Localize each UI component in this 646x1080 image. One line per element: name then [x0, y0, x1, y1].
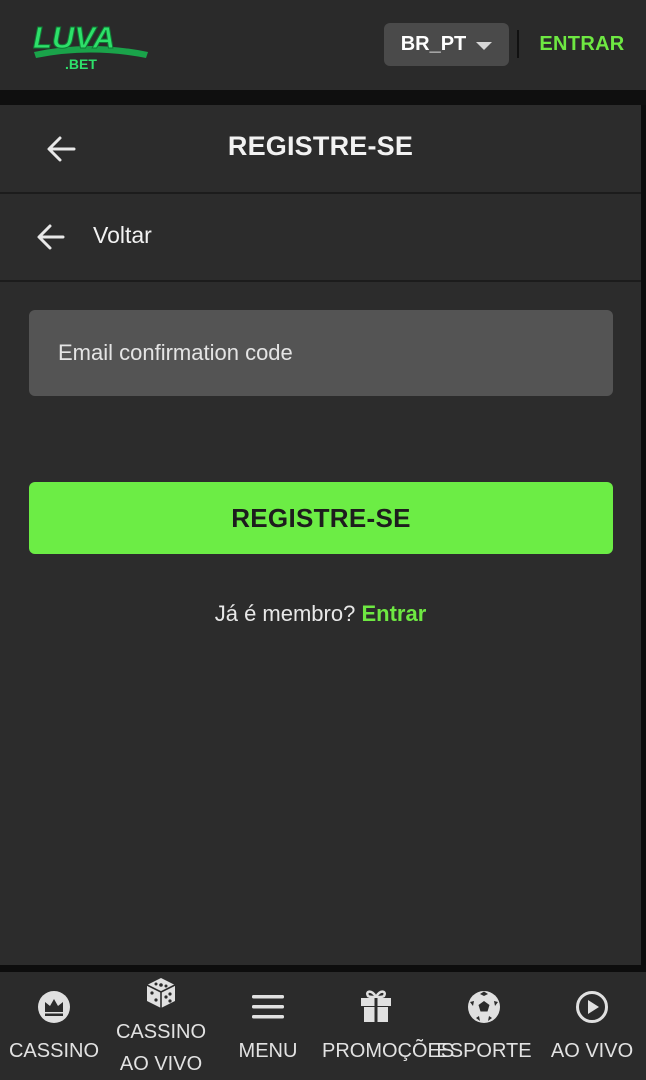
top-header: LUVA .BET BR_PT ENTRAR [0, 0, 646, 90]
gift-icon [361, 990, 391, 1022]
register-panel: REGISTRE-SE Voltar REGISTRE-SE Já é memb… [0, 105, 641, 965]
nav-item-ao-vivo[interactable]: AO VIVO [538, 972, 646, 1080]
menu-icon [252, 995, 284, 1019]
nav-label-esporte: ESPORTE [436, 1040, 532, 1062]
bottom-nav: CASSINO CASSINO AO VIVO MENU PROMOÇÕES E… [0, 972, 646, 1080]
svg-text:.BET: .BET [65, 56, 97, 72]
already-member-text: Já é membro? [214, 601, 356, 626]
nav-label-ao-vivo: AO VIVO [550, 1040, 634, 1062]
email-confirmation-code-input[interactable] [29, 310, 613, 396]
nav-label-menu: MENU [238, 1040, 298, 1062]
nav-label-cassino-ao-vivo-line2: AO VIVO [119, 1053, 203, 1075]
login-link[interactable]: ENTRAR [528, 30, 636, 58]
luva-bet-logo[interactable]: LUVA .BET [30, 18, 150, 72]
svg-text:LUVA: LUVA [33, 20, 115, 55]
panel-header: REGISTRE-SE [0, 105, 641, 194]
nav-item-menu[interactable]: MENU [214, 972, 322, 1080]
back-row[interactable]: Voltar [0, 194, 641, 282]
back-arrow-icon[interactable] [35, 222, 67, 252]
nav-label-cassino-ao-vivo-line1: CASSINO [115, 1021, 207, 1043]
header-shadow-band [0, 90, 646, 105]
scrollbar-track [641, 105, 646, 965]
soccer-ball-icon [468, 991, 500, 1023]
dice-icon [146, 978, 176, 1008]
page-title: REGISTRE-SE [227, 131, 414, 161]
register-button[interactable]: REGISTRE-SE [29, 482, 613, 554]
play-circle-icon [576, 991, 608, 1023]
nav-item-promocoes[interactable]: PROMOÇÕES [322, 972, 455, 1080]
nav-item-esporte[interactable]: ESPORTE [430, 972, 538, 1080]
language-label: BR_PT [400, 33, 467, 55]
chevron-down-icon [476, 41, 493, 50]
header-divider [517, 30, 519, 58]
nav-label-cassino: CASSINO [8, 1040, 100, 1062]
nav-item-cassino[interactable]: CASSINO [0, 972, 108, 1080]
already-member-row: Já é membro? Entrar [0, 601, 641, 627]
login-link-inline[interactable]: Entrar [361, 601, 426, 626]
language-selector[interactable]: BR_PT [384, 23, 509, 66]
nav-label-promocoes: PROMOÇÕES [322, 1040, 455, 1062]
back-label[interactable]: Voltar [93, 222, 152, 249]
crown-icon [38, 991, 70, 1023]
nav-item-cassino-ao-vivo[interactable]: CASSINO AO VIVO [108, 972, 214, 1080]
